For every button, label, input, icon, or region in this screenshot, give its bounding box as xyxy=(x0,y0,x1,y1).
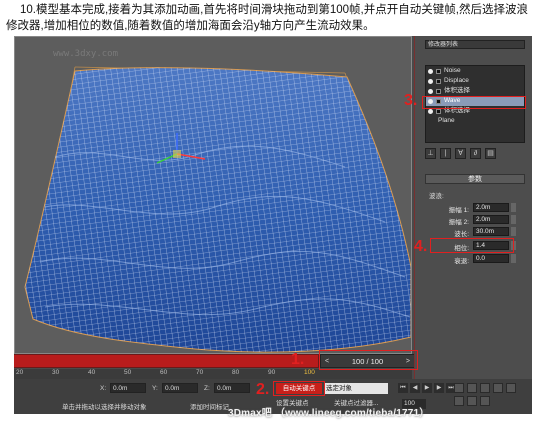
field-of-view-icon[interactable] xyxy=(506,383,516,393)
play-icon[interactable]: ▶ xyxy=(422,383,432,393)
next-frame-icon[interactable]: ▶ xyxy=(434,383,444,393)
y-coord-field[interactable]: 0.0m xyxy=(162,383,198,393)
wavelength-field[interactable]: 30.0m xyxy=(473,227,509,236)
callout-number-4: 4. xyxy=(414,238,428,255)
track-bar-ruler[interactable]: 20 30 40 50 60 70 80 90 100 xyxy=(14,369,412,379)
viewport-watermark: www.3dxy.com xyxy=(53,49,119,59)
light-bulb-icon[interactable] xyxy=(428,78,433,84)
ruler-tick: 40 xyxy=(88,369,96,376)
param-amplitude-1: 振幅 1: 2.0m xyxy=(425,203,525,214)
x-label: X: xyxy=(100,385,107,392)
light-bulb-icon[interactable] xyxy=(428,68,433,74)
stack-item-plane[interactable]: Plane xyxy=(426,116,524,126)
ruler-tick: 80 xyxy=(232,369,240,376)
status-prompt: 单击并拖动以选择并移动对象 xyxy=(62,404,147,411)
footer-watermark: 3Dmax吧 （www.lineeg.com/tieba/1771） xyxy=(228,408,430,419)
maximize-viewport-icon[interactable] xyxy=(480,396,490,406)
configure-sets-icon[interactable]: ▤ xyxy=(485,148,496,159)
ruler-tick: 70 xyxy=(196,369,204,376)
callout-number-2: 2. xyxy=(256,381,270,398)
pin-stack-icon[interactable]: ⊥ xyxy=(425,148,436,159)
add-time-tag-button[interactable]: 添加时间标记 xyxy=(190,401,229,411)
expand-icon[interactable] xyxy=(436,68,441,74)
stack-item-displace[interactable]: Displace xyxy=(426,76,524,86)
ruler-tick: 100 xyxy=(304,369,315,376)
key-selection-dropdown[interactable]: 选定对象 xyxy=(324,383,388,394)
previous-frame-icon[interactable]: ◀ xyxy=(410,383,420,393)
ocean-mesh xyxy=(24,66,411,353)
y-label: Y: xyxy=(152,385,158,392)
z-coord-field[interactable]: 0.0m xyxy=(214,383,250,393)
param-amplitude-2: 振幅 2: 2.0m xyxy=(425,215,525,226)
amplitude-2-field[interactable]: 2.0m xyxy=(473,215,509,224)
stack-item-volume-select[interactable]: 体积选择 xyxy=(426,86,524,96)
callout-frame-auto-key xyxy=(273,381,325,396)
ruler-tick: 60 xyxy=(160,369,168,376)
expand-icon[interactable] xyxy=(436,108,441,114)
expand-icon[interactable] xyxy=(436,88,441,94)
ruler-tick: 50 xyxy=(124,369,132,376)
callout-number-1: 1. xyxy=(291,351,305,368)
spinner-icon[interactable] xyxy=(511,227,516,236)
light-bulb-icon[interactable] xyxy=(428,88,433,94)
wave-group-label: 波浪: xyxy=(429,193,444,200)
callout-frame-wave xyxy=(422,96,526,109)
decay-field[interactable]: 0.0 xyxy=(473,254,509,263)
stack-item-noise[interactable]: Noise xyxy=(426,66,524,76)
z-label: Z: xyxy=(204,385,210,392)
callout-frame-time-slider xyxy=(319,350,418,370)
modifier-list-dropdown[interactable]: 修改器列表 xyxy=(425,40,525,49)
auto-key-timeline-highlight xyxy=(14,355,318,367)
ruler-tick: 30 xyxy=(52,369,60,376)
zoom-all-icon[interactable] xyxy=(467,383,477,393)
expand-icon[interactable] xyxy=(436,78,441,84)
max-window: www.3dxy.com < 100 / 100 > 20 30 40 50 6… xyxy=(14,36,532,414)
callout-frame-phase xyxy=(430,238,514,253)
spinner-icon[interactable] xyxy=(511,203,516,212)
parameters-rollout-header[interactable]: 参数 xyxy=(425,174,525,184)
spinner-icon[interactable] xyxy=(511,215,516,224)
viewport-navigation xyxy=(454,383,524,406)
ruler-tick: 90 xyxy=(268,369,276,376)
modify-panel: 修改器列表 Noise Displace 体积选择 Wave 体积选择 Plan… xyxy=(414,36,532,379)
zoom-extents-icon[interactable] xyxy=(480,383,490,393)
amplitude-1-field[interactable]: 2.0m xyxy=(473,203,509,212)
param-wavelength: 波长: 30.0m xyxy=(425,227,525,238)
perspective-viewport[interactable]: www.3dxy.com xyxy=(14,36,412,354)
orbit-icon[interactable] xyxy=(467,396,477,406)
ruler-tick: 20 xyxy=(16,369,24,376)
stack-toolbar: ⊥ | ∀ ∂ ▤ xyxy=(425,148,496,159)
light-bulb-icon[interactable] xyxy=(428,108,433,114)
playback-controls: ⏮ ◀ ▶ ▶ ⏭ xyxy=(398,383,456,393)
go-to-start-icon[interactable]: ⏮ xyxy=(398,383,408,393)
callout-number-3: 3. xyxy=(404,92,418,109)
show-end-result-icon[interactable]: | xyxy=(440,148,451,159)
zoom-icon[interactable] xyxy=(454,383,464,393)
param-decay: 衰退: 0.0 xyxy=(425,254,525,265)
x-coord-field[interactable]: 0.0m xyxy=(110,383,146,393)
pan-icon[interactable] xyxy=(454,396,464,406)
spinner-icon[interactable] xyxy=(511,254,516,263)
intro-paragraph: 10.模型基本完成,接着为其添加动画,首先将时间滑块拖动到第100帧,并点开自动… xyxy=(6,4,528,32)
remove-modifier-icon[interactable]: ∂ xyxy=(470,148,481,159)
make-unique-icon[interactable]: ∀ xyxy=(455,148,466,159)
zoom-extents-all-icon[interactable] xyxy=(493,383,503,393)
